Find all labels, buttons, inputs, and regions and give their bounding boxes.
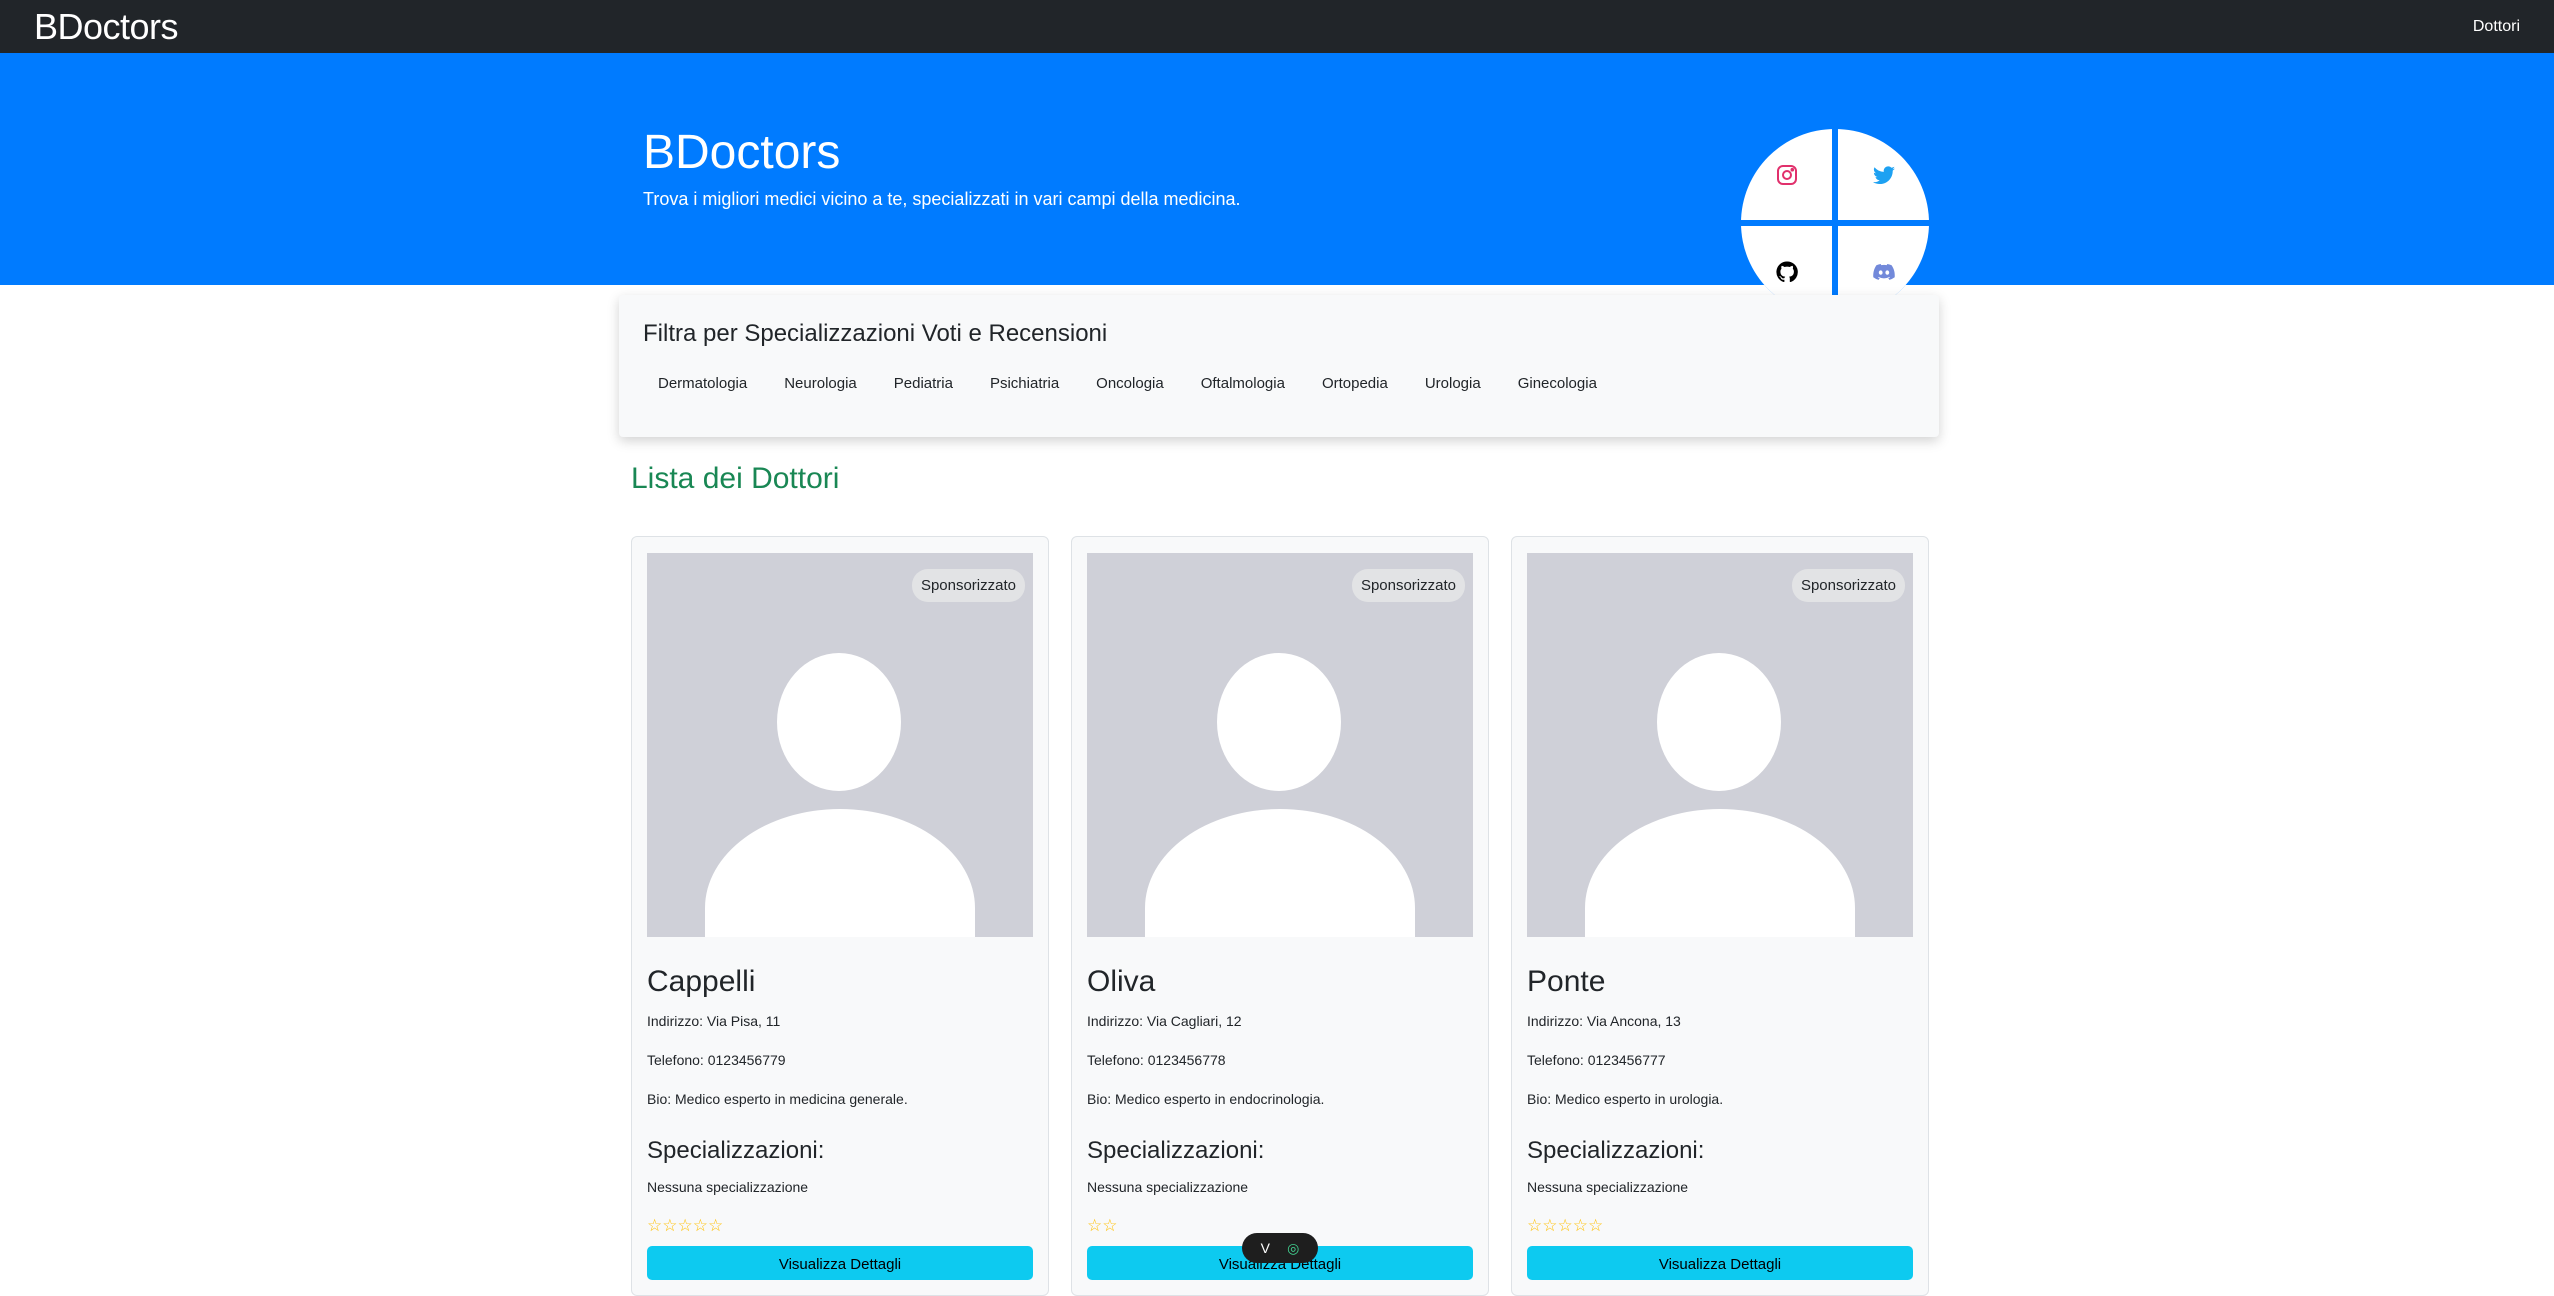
doctor-phone: Telefono: 0123456779 (647, 1052, 786, 1068)
specializations-value: Nessuna specializzazione (1527, 1179, 1689, 1195)
sponsored-badge: Sponsorizzato (911, 569, 1025, 602)
devtools-toggle[interactable]: V ◎ (1242, 1233, 1318, 1263)
hero-title: BDoctors (643, 126, 841, 179)
doctor-phone: Telefono: 0123456778 (1087, 1052, 1226, 1068)
instagram-link[interactable] (1741, 129, 1832, 220)
filter-title: Filtra per Specializzazioni Voti e Recen… (643, 320, 1108, 347)
avatar-head (777, 653, 901, 791)
filter-item-neurologia[interactable]: Neurologia (769, 369, 872, 398)
star-rating: ☆☆☆☆☆ (647, 1216, 724, 1235)
doctor-bio: Bio: Medico esperto in urologia. (1527, 1091, 1724, 1107)
inspect-icon: ◎ (1287, 1239, 1300, 1256)
specialization-filter-list: Dermatologia Neurologia Pediatria Psichi… (643, 369, 1619, 398)
doctor-photo-placeholder: Sponsorizzato (647, 553, 1033, 937)
avatar-body (1145, 809, 1415, 937)
filter-item-pediatria[interactable]: Pediatria (879, 369, 968, 398)
doctor-address: Indirizzo: Via Cagliari, 12 (1087, 1013, 1242, 1029)
nav-link-dottori[interactable]: Dottori (2473, 18, 2520, 36)
instagram-icon (1776, 164, 1797, 185)
specializations-value: Nessuna specializzazione (1087, 1179, 1249, 1195)
doctor-card: Sponsorizzato Ponte Indirizzo: Via Ancon… (1511, 536, 1929, 1296)
specializations-title: Specializzazioni: (647, 1137, 825, 1164)
star-rating: ☆☆ (1087, 1216, 1118, 1235)
doctor-address: Indirizzo: Via Ancona, 13 (1527, 1013, 1681, 1029)
doctor-bio: Bio: Medico esperto in endocrinologia. (1087, 1091, 1325, 1107)
avatar-head (1657, 653, 1781, 791)
filter-item-urologia[interactable]: Urologia (1410, 369, 1496, 398)
avatar-body (705, 809, 975, 937)
doctor-card: Sponsorizzato Cappelli Indirizzo: Via Pi… (631, 536, 1049, 1296)
doctor-bio: Bio: Medico esperto in medicina generale… (647, 1091, 908, 1107)
brand-logo[interactable]: BDoctors (34, 6, 179, 48)
avatar-body (1585, 809, 1855, 937)
github-icon (1775, 260, 1798, 282)
hero-banner: BDoctors Trova i migliori medici vicino … (0, 53, 2554, 317)
doctor-card: Sponsorizzato Oliva Indirizzo: Via Cagli… (1071, 536, 1489, 1296)
view-details-button[interactable]: Visualizza Dettagli (647, 1246, 1033, 1280)
doctor-name: Ponte (1527, 965, 1606, 998)
doctor-list-title: Lista dei Dottori (631, 462, 840, 495)
twitter-icon (1872, 165, 1895, 184)
doctor-photo-placeholder: Sponsorizzato (1527, 553, 1913, 937)
filter-item-oncologia[interactable]: Oncologia (1081, 369, 1179, 398)
filter-item-oftalmologia[interactable]: Oftalmologia (1186, 369, 1300, 398)
specializations-title: Specializzazioni: (1087, 1137, 1265, 1164)
filter-panel: Filtra per Specializzazioni Voti e Recen… (619, 295, 1939, 437)
doctor-address: Indirizzo: Via Pisa, 11 (647, 1013, 781, 1029)
doctor-name: Oliva (1087, 965, 1156, 998)
doctor-photo-placeholder: Sponsorizzato (1087, 553, 1473, 937)
twitter-link[interactable] (1838, 129, 1929, 220)
specializations-title: Specializzazioni: (1527, 1137, 1705, 1164)
filter-item-dermatologia[interactable]: Dermatologia (643, 369, 762, 398)
filter-item-ginecologia[interactable]: Ginecologia (1503, 369, 1612, 398)
doctor-name: Cappelli (647, 965, 756, 998)
vue-logo-icon: V (1260, 1240, 1270, 1256)
sponsored-badge: Sponsorizzato (1351, 569, 1465, 602)
filter-item-psichiatria[interactable]: Psichiatria (975, 369, 1074, 398)
social-links (1741, 129, 1929, 317)
discord-icon (1872, 263, 1895, 280)
doctor-phone: Telefono: 0123456777 (1527, 1052, 1666, 1068)
sponsored-badge: Sponsorizzato (1791, 569, 1905, 602)
view-details-button[interactable]: Visualizza Dettagli (1527, 1246, 1913, 1280)
filter-item-ortopedia[interactable]: Ortopedia (1307, 369, 1403, 398)
star-rating: ☆☆☆☆☆ (1527, 1216, 1604, 1235)
hero-subtitle: Trova i migliori medici vicino a te, spe… (643, 189, 1241, 209)
specializations-value: Nessuna specializzazione (647, 1179, 809, 1195)
navbar: BDoctors Dottori (0, 0, 2554, 53)
avatar-head (1217, 653, 1341, 791)
